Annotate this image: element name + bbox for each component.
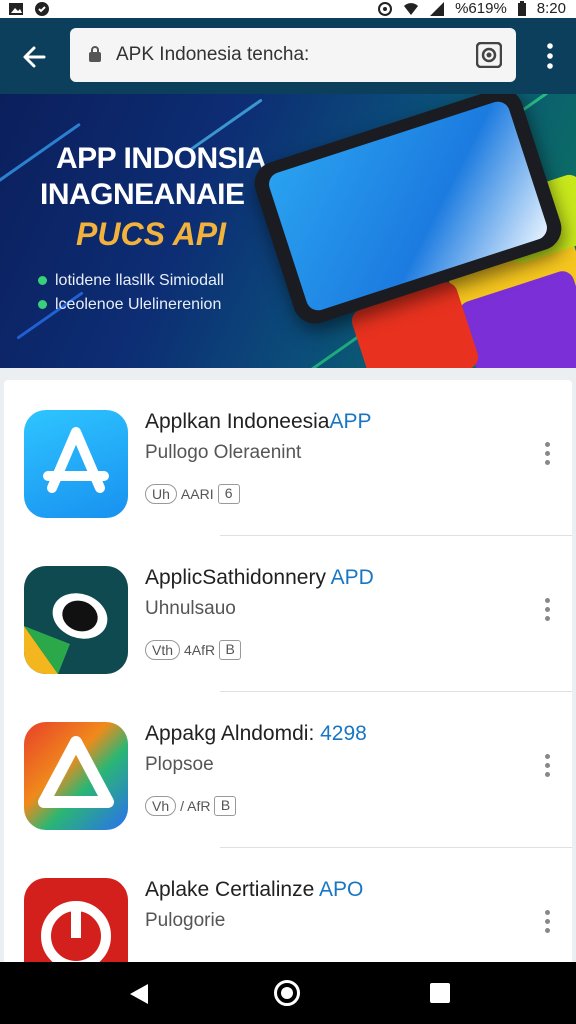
url-text: APK Indonesia tencha:: [116, 44, 310, 65]
list-item[interactable]: ApplicSathidonnery APD Uhnulsauo Vth 4Af…: [4, 536, 572, 692]
promo-banner[interactable]: APP INDONSIA INAGNEANAIE PUCS API lotide…: [0, 94, 576, 368]
app-developer: Pulogorie: [145, 910, 226, 931]
list-item[interactable]: Applkan IndoneesiaAPP Pullogo Oleraenint…: [4, 380, 572, 536]
battery-icon: [517, 0, 526, 16]
url-bar[interactable]: APK Indonesia tencha:: [70, 28, 516, 82]
app-developer: Pullogo Oleraenint: [145, 442, 302, 463]
nav-back-icon[interactable]: [128, 982, 150, 1006]
app-name: Aplake Certialinze APO: [145, 878, 364, 901]
nav-recents-icon[interactable]: [430, 983, 450, 1003]
shield-notification-icon: [35, 2, 49, 16]
app-badges: Uh AARI 6: [145, 484, 240, 504]
system-nav-bar: [0, 962, 576, 1024]
banner-subtitle: INAGNEANAIE: [40, 178, 245, 211]
app-rating-box: B: [214, 796, 237, 816]
image-notification-icon: [9, 3, 23, 15]
more-vert-icon[interactable]: [538, 40, 562, 72]
banner-tagline: PUCS API: [76, 216, 226, 252]
app-badges: Vth 4AfR B: [145, 640, 242, 660]
banner-bullet-2: lceolenoe Ulelinerenion: [38, 296, 221, 314]
bullet-dot-icon: [38, 276, 47, 285]
more-vert-icon[interactable]: [542, 598, 552, 626]
app-store-icon: [24, 410, 128, 518]
more-vert-icon[interactable]: [542, 910, 552, 938]
app-list: Applkan IndoneesiaAPP Pullogo Oleraenint…: [0, 368, 576, 986]
banner-bullet-1: lotidene llasllk Simiodall: [38, 272, 224, 290]
app-badges: Vh / AfR B: [145, 796, 237, 816]
app-badge-text: / AfR: [180, 798, 211, 814]
app-badge: Vth: [145, 640, 181, 660]
vpn-icon: [378, 1, 393, 16]
app-developer: Plopsoe: [145, 754, 214, 775]
browser-toolbar: APK Indonesia tencha:: [0, 18, 576, 94]
app-badge: Uh: [145, 484, 177, 504]
signal-icon: [430, 1, 445, 16]
app-name: Appakg Alndomdi: 4298: [145, 722, 367, 745]
camera-icon[interactable]: [476, 42, 502, 68]
list-item[interactable]: Appakg Alndomdi: 4298 Plopsoe Vh / AfR B: [4, 692, 572, 848]
nav-home-icon[interactable]: [274, 980, 300, 1006]
arrow-left-icon[interactable]: [14, 37, 54, 77]
battery-percent: %619%: [455, 0, 507, 17]
app-list-card: Applkan IndoneesiaAPP Pullogo Oleraenint…: [4, 380, 572, 986]
app-badge-text: AARI: [180, 486, 214, 502]
clock: 8:20: [536, 0, 566, 17]
maps-app-icon: [24, 566, 128, 674]
status-bar: %619% 8:20: [0, 0, 576, 18]
wifi-icon: [404, 2, 419, 15]
app-developer: Uhnulsauo: [145, 598, 236, 619]
app-name: Applkan IndoneesiaAPP: [145, 410, 372, 433]
app-badge: Vh: [145, 796, 177, 816]
more-vert-icon[interactable]: [542, 442, 552, 470]
banner-title: APP INDONSIA: [56, 142, 267, 175]
app-rating-box: B: [219, 640, 242, 660]
app-badge-text: 4AfR: [184, 642, 216, 658]
more-vert-icon[interactable]: [542, 754, 552, 782]
app-rating-box: 6: [217, 484, 240, 504]
app-name: ApplicSathidonnery APD: [145, 566, 374, 589]
bullet-dot-icon: [38, 300, 47, 309]
lock-icon: [89, 46, 101, 62]
triangle-app-icon: [24, 722, 128, 830]
